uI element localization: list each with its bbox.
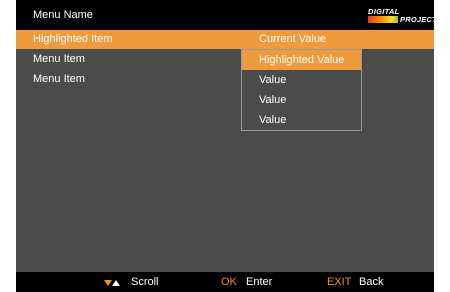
- osd-menu-screen: Menu Name DIGITAL PROJECTION Highlighted…: [16, 0, 434, 292]
- enter-hint-label: Enter: [246, 276, 273, 288]
- dropdown-option-label: Value: [259, 114, 287, 126]
- menu-row-label: Menu Item: [33, 73, 85, 85]
- dropdown-option-label: Value: [259, 94, 287, 106]
- menu-row-item[interactable]: Menu Item: [16, 50, 434, 69]
- menu-row-highlighted[interactable]: Highlighted Item Current Value: [16, 30, 434, 49]
- dropdown-option-label: Highlighted Value: [259, 54, 345, 66]
- scroll-up-triangle-icon: [112, 280, 120, 286]
- menu-row-label: Highlighted Item: [33, 33, 113, 45]
- menu-name-title: Menu Name: [33, 9, 93, 21]
- menu-header: Menu Name DIGITAL PROJECTION: [16, 0, 434, 30]
- digital-projection-logo: DIGITAL PROJECTION: [368, 7, 434, 25]
- scroll-hint-label: Scroll: [131, 276, 159, 288]
- scroll-down-triangle-icon: [104, 280, 112, 286]
- logo-text-digital: DIGITAL: [368, 7, 400, 16]
- menu-row-current-value: Current Value: [259, 33, 327, 45]
- dropdown-option[interactable]: Value: [242, 90, 361, 110]
- dropdown-option[interactable]: Value: [242, 70, 361, 90]
- logo-text-projection: PROJECTION: [398, 15, 434, 24]
- ok-key-label: OK: [221, 276, 237, 288]
- dropdown-option[interactable]: Value: [242, 110, 361, 130]
- exit-key-label: EXIT: [327, 276, 352, 288]
- back-hint-label: Back: [359, 276, 384, 288]
- key-hint-footer: Scroll OK Enter EXIT Back: [16, 272, 434, 292]
- dropdown-option-label: Value: [259, 74, 287, 86]
- value-dropdown-list[interactable]: Highlighted Value Value Value Value: [241, 49, 362, 131]
- menu-row-item[interactable]: Menu Item: [16, 70, 434, 89]
- dropdown-option-highlighted[interactable]: Highlighted Value: [242, 50, 361, 70]
- menu-row-label: Menu Item: [33, 53, 85, 65]
